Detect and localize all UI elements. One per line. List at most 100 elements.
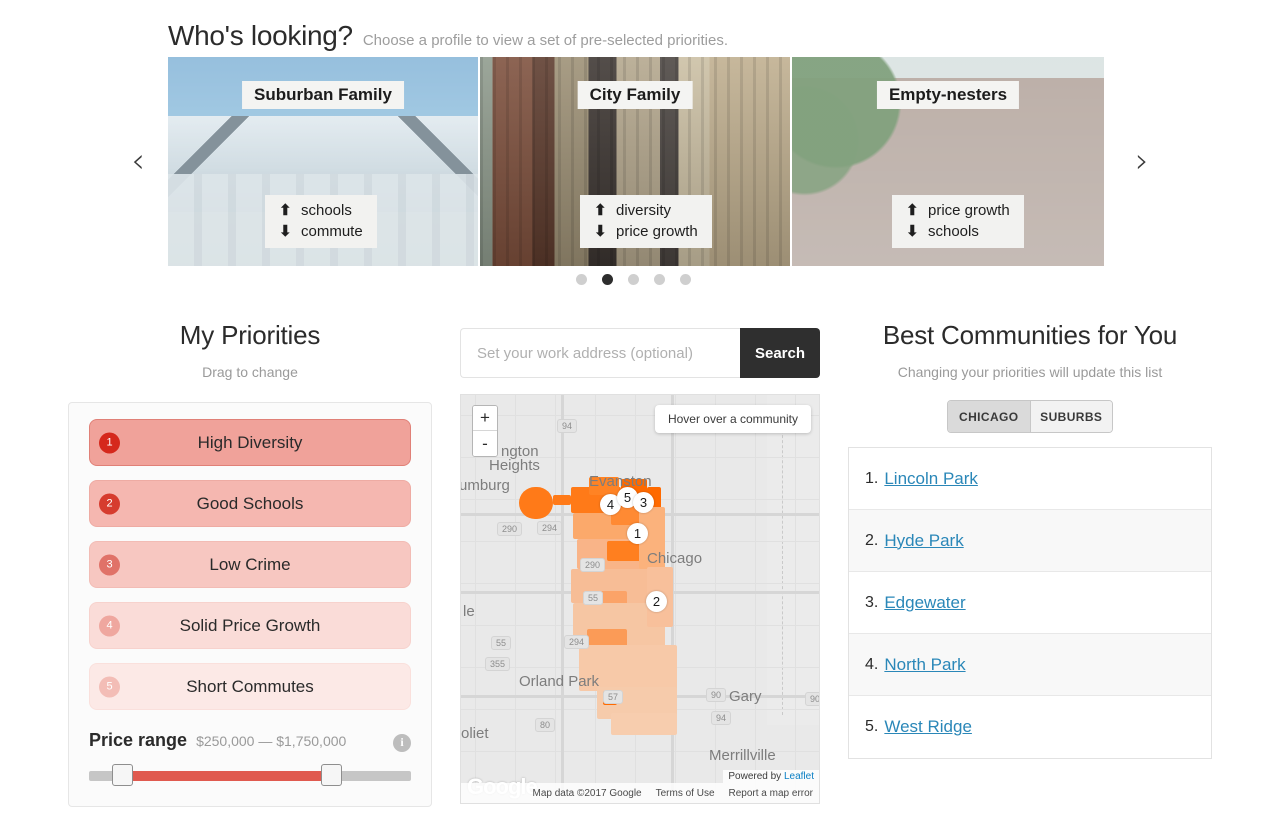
arrow-down-icon: ⬇ — [594, 223, 607, 240]
highway-shield: 355 — [485, 657, 511, 671]
carousel-next-icon[interactable]: › — [1122, 140, 1162, 182]
preference-row: ⬇ commute — [279, 222, 363, 241]
zoom-out-button[interactable]: - — [473, 431, 497, 456]
map-marker-1[interactable]: 1 — [627, 523, 648, 544]
map-place-label: Gary — [729, 688, 762, 705]
community-rank: 2. — [865, 531, 879, 549]
profile-card-empty-nesters[interactable]: Empty-nesters ⬆ price growth ⬇ schools — [792, 57, 1104, 266]
priority-label: Short Commutes — [186, 676, 314, 696]
carousel-dot[interactable] — [653, 274, 665, 285]
price-range-slider[interactable] — [89, 763, 411, 786]
page-title: Who's looking? — [168, 20, 353, 51]
preference-label: schools — [301, 201, 352, 219]
profile-card-preferences: ⬆ schools ⬇ commute — [265, 195, 377, 248]
priority-item-2[interactable]: 2 Good Schools — [89, 480, 411, 527]
highway-shield: 294 — [537, 521, 563, 535]
carousel-prev-icon[interactable]: ‹ — [118, 140, 158, 182]
map-hover-tooltip: Hover over a community — [654, 405, 811, 433]
community-link[interactable]: North Park — [884, 655, 965, 675]
carousel-track: Suburban Family ⬆ schools ⬇ commute City… — [168, 57, 1106, 266]
map-region[interactable] — [611, 713, 677, 735]
priority-item-4[interactable]: 4 Solid Price Growth — [89, 602, 411, 649]
communities-title: Best Communities for You — [882, 320, 1178, 350]
list-item[interactable]: 5. West Ridge — [849, 696, 1211, 758]
profile-card-title: City Family — [577, 81, 693, 109]
profile-card-city-family[interactable]: City Family ⬆ diversity ⬇ price growth — [480, 57, 792, 266]
profile-card-preferences: ⬆ diversity ⬇ price growth — [580, 195, 712, 248]
arrow-down-icon: ⬇ — [906, 223, 919, 240]
tab-chicago[interactable]: CHICAGO — [948, 401, 1031, 432]
profile-card-title: Suburban Family — [242, 81, 404, 109]
list-item[interactable]: 4. North Park — [849, 634, 1211, 696]
slider-handle-max[interactable] — [320, 763, 342, 786]
list-item[interactable]: 1. Lincoln Park — [849, 448, 1211, 510]
community-link[interactable]: West Ridge — [884, 717, 972, 737]
highway-shield: 94 — [557, 419, 578, 433]
communities-subtitle: Changing your priorities will update thi… — [897, 364, 1163, 380]
carousel-dots — [0, 274, 1266, 285]
community-rank: 4. — [865, 655, 879, 673]
map-place-label: umburg — [460, 477, 510, 494]
community-map[interactable]: ngton Heights umburg Evanston Chicago le Orlan… — [460, 394, 820, 804]
map-zoom-controls: + - — [472, 405, 498, 457]
price-range-header: Price range $250,000 — $1,750,000 i — [89, 730, 411, 752]
community-link[interactable]: Hyde Park — [884, 531, 963, 551]
community-list: 1. Lincoln Park 2. Hyde Park 3. Edgewate… — [848, 447, 1212, 759]
preference-row: ⬇ price growth — [594, 222, 698, 241]
page-subtitle: Choose a profile to view a set of pre-se… — [362, 32, 728, 49]
google-attribution-bar: Map data ©2017 Google Terms of Use Repor… — [461, 783, 819, 803]
tab-suburbs[interactable]: SUBURBS — [1030, 401, 1112, 432]
highway-shield: 294 — [564, 635, 590, 649]
search-button[interactable]: Search — [740, 328, 820, 378]
terms-of-use-link[interactable]: Terms of Use — [656, 788, 715, 799]
preference-row: ⬆ schools — [279, 201, 363, 220]
community-link[interactable]: Edgewater — [884, 593, 965, 613]
map-place-label: Evanston — [589, 473, 652, 490]
priority-label: Low Crime — [209, 554, 291, 574]
priorities-list: 1 High Diversity 2 Good Schools 3 Low Cr… — [68, 402, 432, 807]
communities-panel: Best Communities for You Changing your p… — [848, 320, 1212, 759]
road — [795, 395, 796, 795]
map-marker-3[interactable]: 3 — [633, 492, 654, 513]
priorities-title: My Priorities — [179, 320, 321, 350]
highway-shield: 55 — [491, 636, 512, 650]
zoom-in-button[interactable]: + — [473, 406, 497, 431]
map-marker-2[interactable]: 2 — [646, 591, 667, 612]
profile-card-suburban-family[interactable]: Suburban Family ⬆ schools ⬇ commute — [168, 57, 480, 266]
community-rank: 5. — [865, 718, 879, 735]
preference-row: ⬇ schools — [906, 222, 1010, 241]
map-region[interactable] — [553, 495, 571, 505]
leaflet-link[interactable]: Leaflet — [784, 771, 814, 782]
carousel-dot[interactable] — [575, 274, 587, 285]
priority-item-1[interactable]: 1 High Diversity — [89, 419, 411, 466]
carousel-header: Who's looking? Choose a profile to view … — [168, 20, 728, 52]
app-root: Who's looking? Choose a profile to view … — [0, 0, 1266, 814]
map-place-label: Heights — [489, 457, 540, 474]
community-link[interactable]: Lincoln Park — [884, 469, 978, 489]
map-place-label: Chicago — [647, 550, 703, 567]
list-item[interactable]: 3. Edgewater — [849, 572, 1211, 634]
slider-handle-min[interactable] — [111, 763, 133, 786]
list-item[interactable]: 2. Hyde Park — [849, 510, 1211, 572]
map-region[interactable] — [519, 487, 553, 519]
carousel-dot[interactable] — [601, 274, 613, 285]
priority-item-3[interactable]: 3 Low Crime — [89, 541, 411, 588]
map-region[interactable] — [607, 541, 641, 561]
report-map-error-link[interactable]: Report a map error — [729, 788, 813, 799]
preference-label: price growth — [928, 201, 1010, 219]
highway-shield: 80 — [535, 718, 556, 732]
work-address-input[interactable] — [460, 328, 740, 378]
map-place-label: le — [463, 603, 475, 620]
priority-label: Solid Price Growth — [179, 615, 321, 635]
arrow-up-icon: ⬆ — [594, 202, 607, 219]
highway-shield: 55 — [583, 591, 604, 605]
leaflet-attribution: Powered by Leaflet — [723, 770, 819, 783]
arrow-up-icon: ⬆ — [906, 202, 919, 219]
preference-row: ⬆ price growth — [906, 201, 1010, 220]
carousel-dot[interactable] — [627, 274, 639, 285]
map-place-label: oliet — [461, 725, 489, 742]
carousel-dot[interactable] — [679, 274, 691, 285]
priority-item-5[interactable]: 5 Short Commutes — [89, 663, 411, 710]
info-icon[interactable]: i — [393, 733, 411, 752]
map-place-label: Orland Park — [519, 673, 600, 690]
